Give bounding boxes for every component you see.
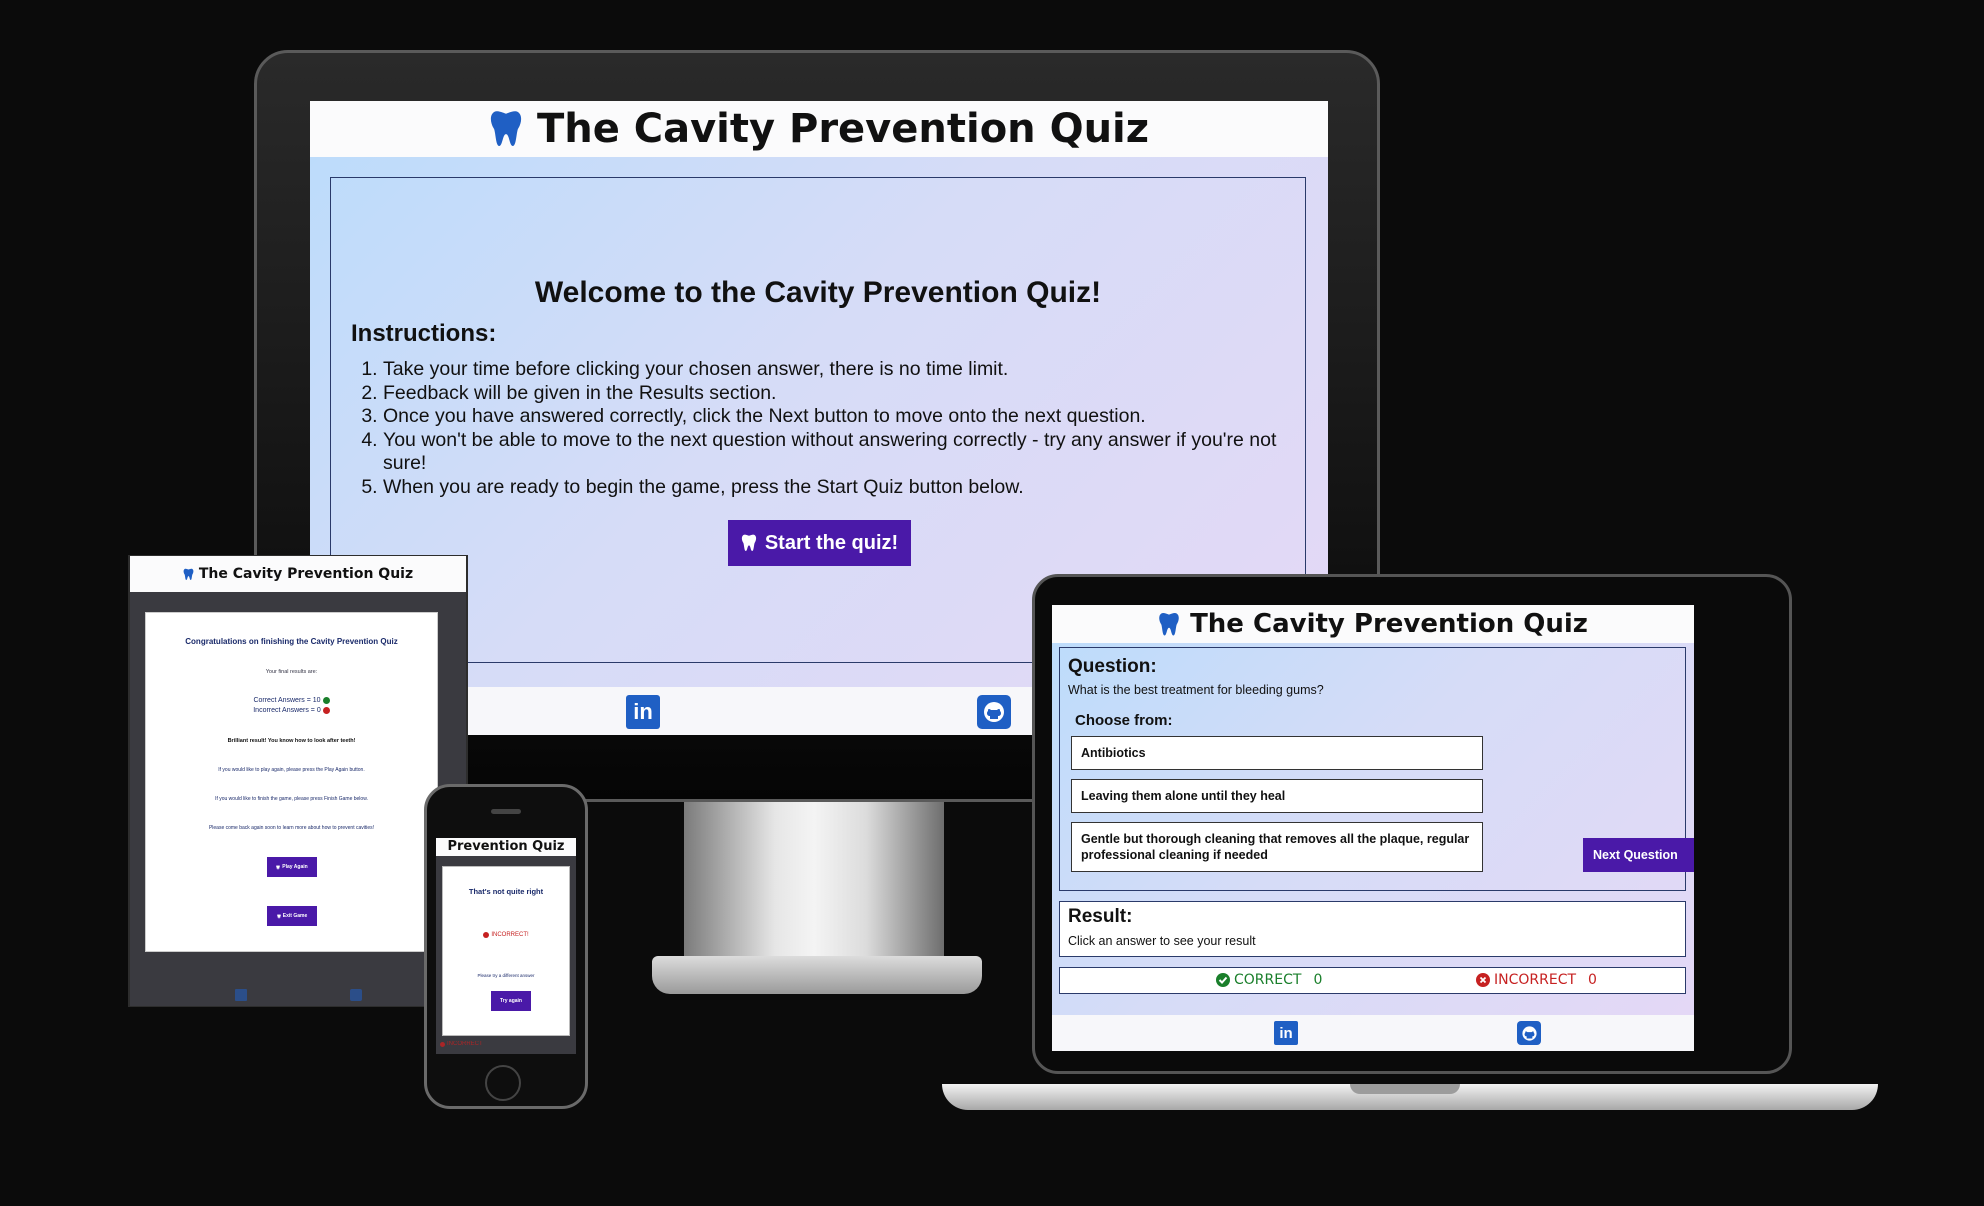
github-icon[interactable]	[977, 695, 1011, 729]
instructions-list: Take your time before clicking your chos…	[383, 358, 1313, 499]
tooth-icon	[276, 913, 281, 918]
answer-button[interactable]: Antibiotics	[1071, 736, 1483, 770]
incorrect-badge: INCORRECT!	[443, 932, 569, 938]
quiz-area: Question: What is the best treatment for…	[1052, 643, 1694, 1015]
page-title: The Cavity Prevention Quiz	[1190, 609, 1588, 639]
try-again-button[interactable]: Try again	[491, 991, 531, 1011]
tablet-screen: The Cavity Prevention Quiz Congratulatio…	[130, 556, 466, 1006]
tooth-icon	[183, 568, 194, 580]
correct-count: 0	[1313, 972, 1323, 988]
laptop-screen: The Cavity Prevention Quiz Question: Wha…	[1052, 605, 1694, 1051]
phone-title: Prevention Quiz	[436, 838, 576, 856]
feedback-heading: That's not quite right	[468, 887, 544, 896]
welcome-heading: Welcome to the Cavity Prevention Quiz!	[534, 276, 1102, 309]
linkedin-icon[interactable]: in	[626, 695, 660, 729]
linkedin-icon[interactable]	[235, 989, 247, 1001]
hint-text: Please try a different answer	[477, 973, 535, 978]
incorrect-line: Incorrect Answers = 0	[146, 707, 437, 714]
instruction-item: You won't be able to move to the next qu…	[383, 429, 1313, 476]
tooth-icon	[490, 111, 522, 146]
page-title: The Cavity Prevention Quiz	[198, 566, 414, 582]
correct-line: Correct Answers = 10	[146, 697, 437, 704]
page-header: The Cavity Prevention Quiz	[130, 556, 466, 592]
incorrect-score: INCORRECT 0	[1476, 972, 1597, 988]
exit-game-button[interactable]: Exit Game	[267, 906, 317, 926]
phone-speaker	[491, 809, 521, 814]
incorrect-footer-label: INCORRECT	[447, 1041, 483, 1047]
github-icon[interactable]	[1517, 1021, 1541, 1045]
x-circle-icon	[483, 932, 490, 938]
play-again-button[interactable]: Play Again	[267, 857, 317, 877]
question-heading: Question:	[1068, 656, 1157, 677]
instruction-item: Once you have answered correctly, click …	[383, 405, 1313, 429]
instruction-item: Take your time before clicking your chos…	[383, 358, 1313, 382]
result-panel: Result: Click an answer to see your resu…	[1059, 901, 1686, 957]
choose-heading: Choose from:	[1075, 712, 1173, 729]
come-back-text: Please come back again soon to learn mor…	[208, 825, 375, 831]
question-panel: Question: What is the best treatment for…	[1059, 647, 1694, 891]
incorrect-footer: INCORRECT	[440, 1041, 483, 1047]
instructions-heading: Instructions:	[351, 320, 497, 347]
praise-text: Brilliant result! You know how to look a…	[227, 738, 356, 744]
incorrect-label: INCORRECT	[1494, 972, 1577, 988]
question-text: What is the best treatment for bleeding …	[1068, 683, 1324, 697]
tooth-icon	[276, 864, 281, 869]
phone-screen: Prevention Quiz That's not quite right I…	[436, 838, 576, 1054]
finish-text: If you would like to finish the game, pl…	[215, 796, 368, 802]
correct-line-text: Correct Answers = 10	[253, 697, 321, 704]
page-header: The Cavity Prevention Quiz	[1052, 605, 1694, 643]
x-circle-icon	[440, 1041, 445, 1047]
modal-heading: Congratulations on finishing the Cavity …	[185, 637, 398, 646]
tooth-icon	[741, 534, 756, 551]
check-circle-icon	[322, 697, 330, 704]
laptop-notch	[1350, 1084, 1460, 1094]
correct-label: CORRECT	[1234, 972, 1302, 988]
x-circle-icon	[1476, 973, 1490, 987]
x-circle-icon	[322, 707, 330, 714]
tooth-icon	[1159, 612, 1179, 635]
result-text: Click an answer to see your result	[1068, 934, 1256, 948]
page-title: The Cavity Prevention Quiz	[536, 106, 1150, 152]
monitor-base	[652, 956, 982, 994]
start-quiz-label: Start the quiz!	[764, 531, 899, 554]
check-circle-icon	[1216, 973, 1230, 987]
result-heading: Result:	[1068, 906, 1133, 927]
play-again-text: If you would like to play again, please …	[218, 767, 365, 773]
home-button[interactable]	[485, 1065, 521, 1101]
answer-button[interactable]: Leaving them alone until they heal	[1071, 779, 1483, 813]
answer-button[interactable]: Gentle but thorough cleaning that remove…	[1071, 822, 1483, 872]
incorrect-badge-label: INCORRECT!	[491, 932, 529, 938]
linkedin-icon[interactable]: in	[1274, 1021, 1298, 1045]
play-again-label: Play Again	[282, 864, 308, 870]
score-bar: CORRECT 0 INCORRECT 0	[1059, 967, 1686, 994]
monitor-stand	[684, 802, 944, 962]
incorrect-line-text: Incorrect Answers = 0	[253, 707, 321, 714]
instruction-item: When you are ready to begin the game, pr…	[383, 476, 1313, 500]
feedback-modal: That's not quite right INCORRECT! Please…	[442, 866, 570, 1036]
incorrect-count: 0	[1588, 972, 1597, 988]
correct-score: CORRECT 0	[1216, 972, 1322, 988]
instruction-item: Feedback will be given in the Results se…	[383, 382, 1313, 406]
github-icon[interactable]	[350, 989, 362, 1001]
exit-game-label: Exit Game	[282, 913, 308, 919]
page-header: The Cavity Prevention Quiz	[310, 101, 1328, 157]
next-question-button[interactable]: Next Question	[1583, 838, 1694, 872]
results-modal: Congratulations on finishing the Cavity …	[145, 612, 438, 952]
footer: in	[1052, 1015, 1694, 1051]
results-intro: Your final results are:	[265, 669, 318, 675]
start-quiz-button[interactable]: Start the quiz!	[728, 520, 911, 566]
